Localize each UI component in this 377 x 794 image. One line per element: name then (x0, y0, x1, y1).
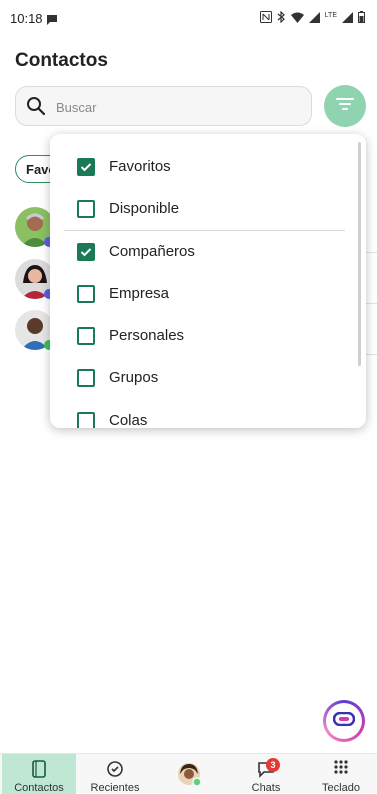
nav-contactos[interactable]: Contactos (2, 754, 76, 794)
filter-option-label: Compañeros (109, 243, 195, 260)
nav-chats[interactable]: 3 Chats (229, 754, 303, 794)
filter-option-label: Colas (109, 412, 148, 428)
signal-icon (308, 10, 320, 28)
nav-recientes[interactable]: Recientes (78, 754, 152, 794)
filter-option-label: Personales (109, 327, 185, 344)
filter-option-disponible[interactable]: Disponible (50, 188, 350, 230)
bluetooth-icon (277, 10, 286, 28)
checkbox-unchecked[interactable] (77, 327, 95, 345)
nav-label: Teclado (322, 782, 360, 794)
assistant-fab[interactable] (323, 700, 365, 742)
battery-icon (358, 10, 365, 28)
filter-option-label: Grupos (109, 369, 159, 386)
filter-option-label: Empresa (109, 285, 170, 302)
nav-label: Recientes (90, 782, 140, 794)
filter-icon (336, 97, 354, 116)
profile-avatar (177, 762, 203, 793)
dialpad-icon (334, 760, 348, 781)
assistant-icon (332, 711, 356, 731)
nav-label: Contactos (14, 782, 64, 794)
status-time: 10:18 (10, 11, 43, 26)
status-icons: LTE (259, 10, 365, 28)
filter-option-empresa[interactable]: Empresa (50, 273, 350, 315)
dropdown-scrollbar[interactable] (358, 142, 361, 366)
filter-dropdown: Favoritos Disponible Compañeros Empresa … (50, 134, 366, 428)
bottom-navigation: Contactos Recientes 3 Chats Teclado (0, 753, 377, 794)
nav-label: Chats (251, 782, 281, 794)
fab-inner (326, 703, 362, 739)
chat-notification-icon (46, 12, 58, 30)
search-input[interactable] (54, 96, 298, 118)
recents-icon (106, 760, 124, 783)
filter-button[interactable] (324, 85, 366, 127)
search-icon (26, 96, 46, 121)
filter-option-colas[interactable]: Colas (50, 400, 350, 428)
page-title: Contactos (15, 50, 108, 71)
filter-option-grupos[interactable]: Grupos (50, 357, 350, 399)
filter-option-favoritos[interactable]: Favoritos (50, 146, 350, 188)
filter-option-personales[interactable]: Personales (50, 315, 350, 357)
wifi-icon (290, 10, 304, 28)
contacts-icon (32, 760, 46, 783)
checkbox-unchecked[interactable] (77, 369, 95, 387)
filter-option-label: Favoritos (109, 158, 171, 175)
checkbox-unchecked[interactable] (77, 412, 95, 428)
nav-profile[interactable] (153, 754, 227, 794)
checkbox-checked[interactable] (77, 243, 95, 261)
nav-teclado[interactable]: Teclado (305, 754, 377, 794)
lte-label: LTE (324, 11, 337, 19)
filter-option-companeros[interactable]: Compañeros (50, 231, 350, 273)
nfc-icon (259, 10, 272, 28)
status-bar: 10:18 LTE (0, 0, 377, 36)
filter-option-label: Disponible (109, 200, 180, 217)
signal-icon-2 (342, 10, 353, 28)
search-box[interactable] (15, 86, 312, 126)
checkbox-checked[interactable] (77, 158, 95, 176)
checkbox-unchecked[interactable] (77, 285, 95, 303)
chat-badge: 3 (266, 758, 280, 772)
checkbox-unchecked[interactable] (77, 200, 95, 218)
